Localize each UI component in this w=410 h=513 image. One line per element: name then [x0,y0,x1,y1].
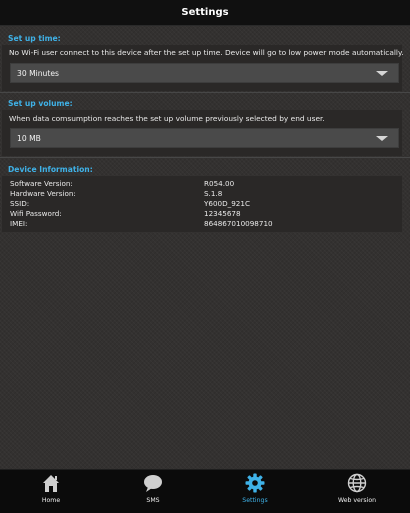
chat-bubble-icon [144,475,162,492]
setup-time-dropdown[interactable]: 30 Minutes [10,63,399,83]
setup-volume-selected-value: 10 MB [17,133,41,143]
nav-settings[interactable]: Settings [204,470,306,513]
nav-settings-label: Settings [242,497,268,504]
nav-web-version-label: Web version [337,497,377,504]
page-title: Settings [181,7,229,18]
info-value: 864867010098710 [204,219,273,228]
nav-sms-label: SMS [146,497,160,504]
info-value: S.1.8 [204,189,223,198]
nav-web-version[interactable]: Web version [306,470,408,513]
info-value: 12345678 [204,209,241,218]
info-value: R054.00 [204,179,235,188]
info-value: Y600D_921C [204,199,250,208]
setup-time-description: No Wi-Fi user connect to this device aft… [9,48,404,57]
setup-volume-label: Set up volume: [8,99,73,108]
chevron-down-icon [376,136,388,141]
setup-volume-description: When data comsumption reaches the set up… [9,114,325,123]
setup-volume-dropdown[interactable]: 10 MB [10,128,399,148]
divider [0,157,410,158]
info-key: Hardware Version: [10,189,76,198]
title-bar: Settings [0,0,410,26]
globe-icon [347,473,367,493]
setup-time-selected-value: 30 Minutes [17,68,59,78]
device-info-label: Device Information: [8,165,93,174]
nav-home[interactable]: Home [0,470,102,513]
info-key: Wifi Password: [10,209,62,218]
nav-sms[interactable]: SMS [102,470,204,513]
info-key: SSID: [10,199,30,208]
divider [0,92,410,93]
bottom-nav: Home SMS Settings Web version [0,469,410,513]
info-key: Software Version: [10,179,73,188]
gear-icon [245,473,265,493]
chevron-down-icon [376,71,388,76]
setup-time-label: Set up time: [8,34,61,43]
home-icon [43,475,59,492]
nav-home-label: Home [41,497,61,504]
info-key: IMEI: [10,219,28,228]
